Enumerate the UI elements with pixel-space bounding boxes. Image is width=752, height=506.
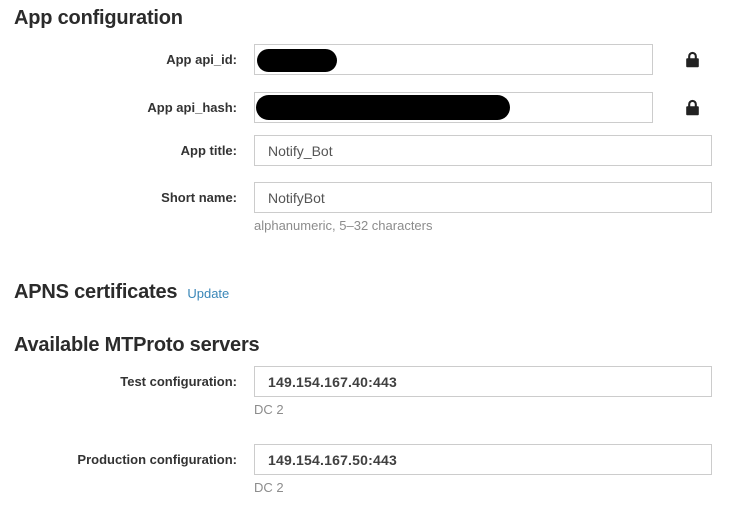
api-hash-input[interactable] [254, 92, 653, 123]
production-configuration-label: Production configuration: [0, 444, 237, 475]
form-row-test-configuration: Test configuration: DC 2 [0, 366, 752, 417]
short-name-helper: alphanumeric, 5–32 characters [254, 219, 712, 233]
api-id-label: App api_id: [0, 44, 237, 75]
form-row-production-configuration: Production configuration: DC 2 [0, 444, 752, 495]
test-configuration-dc-helper: DC 2 [254, 403, 712, 417]
apns-heading-row: APNS certificates Update [14, 282, 752, 304]
api-id-input[interactable] [254, 44, 653, 75]
form-row-app-title: App title: [0, 135, 752, 166]
app-configuration-page: App configuration App api_id: App api_ha… [0, 0, 752, 495]
apns-update-link[interactable]: Update [187, 284, 229, 304]
short-name-label: Short name: [0, 182, 237, 213]
app-title-label: App title: [0, 135, 237, 166]
mtproto-servers-heading: Available MTProto servers [14, 335, 752, 355]
form-row-short-name: Short name: alphanumeric, 5–32 character… [0, 182, 752, 233]
test-configuration-input[interactable] [254, 366, 712, 397]
production-configuration-input[interactable] [254, 444, 712, 475]
api-hash-label: App api_hash: [0, 92, 237, 123]
app-configuration-heading: App configuration [14, 8, 752, 28]
lock-icon [685, 51, 700, 68]
apns-certificates-heading: APNS certificates [14, 282, 177, 302]
short-name-input[interactable] [254, 182, 712, 213]
form-row-api-id: App api_id: [0, 44, 752, 75]
app-title-input[interactable] [254, 135, 712, 166]
lock-icon [685, 99, 700, 116]
production-configuration-dc-helper: DC 2 [254, 481, 712, 495]
form-row-api-hash: App api_hash: [0, 92, 752, 123]
test-configuration-label: Test configuration: [0, 366, 237, 397]
